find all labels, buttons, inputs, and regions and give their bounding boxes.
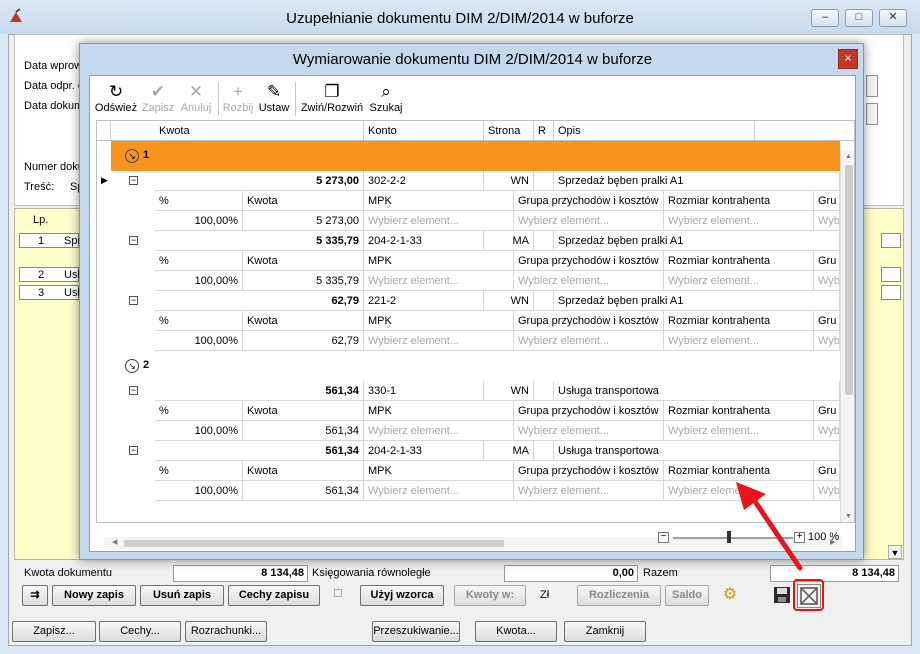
annotation-arrow (736, 482, 803, 571)
